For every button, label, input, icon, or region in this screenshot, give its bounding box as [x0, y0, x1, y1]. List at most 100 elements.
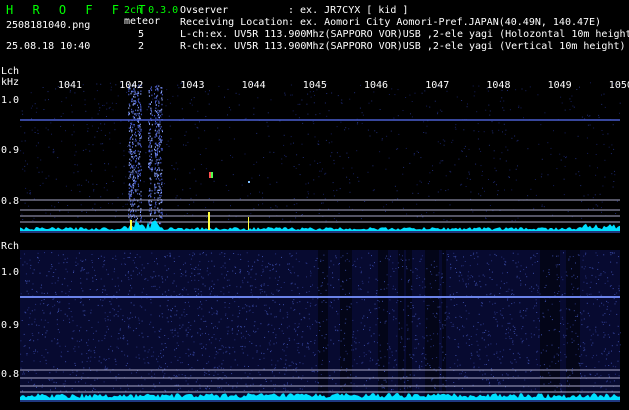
lch-meteor-dot [161, 99, 163, 101]
rch-noise-dot [490, 293, 492, 295]
rch-noise-dot [276, 342, 277, 344]
rch-noise-dot [453, 382, 455, 383]
lch-noise-dot [442, 160, 444, 162]
rch-noise-dot [410, 302, 412, 303]
lch-noise-dot [71, 111, 73, 113]
rch-noise-dot [559, 383, 561, 385]
lch-meteor-dot [155, 142, 157, 144]
rch-noise-dot [228, 326, 230, 328]
rch-noise-dot [576, 288, 578, 290]
rch-noise-dot [162, 355, 164, 357]
rch-noise-dot [177, 335, 179, 337]
rch-noise-dot [295, 331, 297, 333]
rch-noise-dot [214, 371, 216, 373]
rch-noise-dot [536, 351, 538, 353]
lch-noise-dot [55, 178, 57, 180]
lch-noise-dot [48, 99, 49, 101]
rch-noise-dot [534, 305, 535, 307]
rch-noise-dot [50, 379, 52, 381]
rch-noise-dot [162, 281, 164, 283]
rch-noise-dot [320, 374, 322, 376]
rch-noise-dot [224, 253, 226, 255]
rch-noise-dot [301, 378, 302, 380]
lch-noise-dot [372, 190, 374, 192]
lch-meteor-dot [161, 211, 163, 214]
rch-noise-dot [94, 389, 96, 390]
rch-noise-dot [205, 332, 206, 334]
rch-noise-dot [193, 354, 195, 356]
rch-noise-dot [183, 308, 185, 310]
lch-noise-dot [275, 205, 277, 207]
rch-noise-dot [417, 318, 419, 320]
rch-noise-dot [414, 315, 416, 317]
lch-noise-dot [567, 211, 569, 213]
rch-noise-dot [66, 271, 68, 273]
lch-noise-dot [336, 219, 337, 221]
rch-noise-dot [43, 312, 45, 314]
rch-noise-dot [455, 316, 457, 318]
rch-noise-dot [326, 319, 328, 321]
rch-noise-dot [323, 347, 324, 348]
rch-noise-dot [129, 327, 131, 329]
lch-noise-dot [59, 210, 61, 212]
rch-noise-dot [262, 271, 264, 273]
rch-noise-dot [315, 304, 317, 306]
rch-noise-dot [164, 291, 166, 293]
lch-noise-dot [607, 133, 609, 135]
lch-meteor-dot [137, 126, 139, 129]
rch-noise-dot [572, 372, 574, 374]
rch-noise-dot [384, 356, 386, 358]
rch-noise-dot [476, 340, 478, 342]
lch-noise-dot [423, 132, 425, 133]
lch-noise-dot [45, 177, 47, 179]
rch-noise-dot [146, 294, 148, 295]
lch-meteor-dot [157, 192, 159, 194]
lch-meteor-dot [139, 126, 141, 128]
lch-noise-dot [188, 204, 190, 206]
lch-noise-dot [204, 91, 206, 93]
rch-noise-dot [28, 307, 30, 309]
rch-noise-dot [173, 257, 175, 259]
rch-noise-dot [342, 288, 344, 290]
lch-meteor-dot [140, 105, 142, 108]
rch-noise-dot [203, 321, 205, 322]
lch-noise-dot [402, 207, 404, 209]
rch-noise-dot [279, 303, 281, 305]
lch-noise-dot [440, 160, 442, 162]
rch-noise-dot [519, 357, 521, 359]
rch-noise-dot [130, 312, 132, 314]
lch-noise-dot [24, 202, 26, 204]
rch-noise-dot [595, 276, 597, 278]
lch-noise-dot [324, 198, 326, 200]
rch-noise-dot [513, 331, 515, 332]
rch-noise-dot [200, 291, 202, 293]
lch-noise-dot [429, 181, 430, 182]
lch-meteor-dot [135, 190, 137, 193]
rch-noise-dot [522, 317, 524, 319]
lch-meteor-dot [158, 100, 160, 103]
lch-noise-dot [474, 91, 476, 93]
lch-meteor-dot [157, 112, 158, 114]
rch-noise-dot [92, 277, 94, 279]
lch-meteor-dot [139, 139, 141, 142]
rch-noise-dot [481, 302, 483, 304]
rch-noise-dot [159, 286, 161, 288]
lch-meteor-dot [160, 195, 162, 197]
rch-noise-dot [401, 278, 403, 280]
rch-noise-dot [314, 339, 316, 341]
lch-noise-dot [564, 165, 566, 167]
rch-noise-dot [618, 285, 620, 287]
rch-noise-dot [484, 364, 486, 366]
rch-noise-dot [513, 302, 515, 304]
rch-noise-dot [276, 289, 278, 291]
rch-noise-dot [195, 288, 197, 290]
rch-noise-dot [495, 318, 497, 320]
lch-meteor-dot [155, 134, 157, 136]
lch-noise-dot [397, 115, 399, 117]
lch-noise-dot [100, 143, 102, 145]
rch-noise-dot [512, 353, 514, 355]
rch-noise-dot [566, 328, 568, 330]
lch-noise-dot [182, 118, 184, 120]
rch-noise-dot [396, 292, 398, 293]
rch-noise-dot [314, 320, 316, 322]
